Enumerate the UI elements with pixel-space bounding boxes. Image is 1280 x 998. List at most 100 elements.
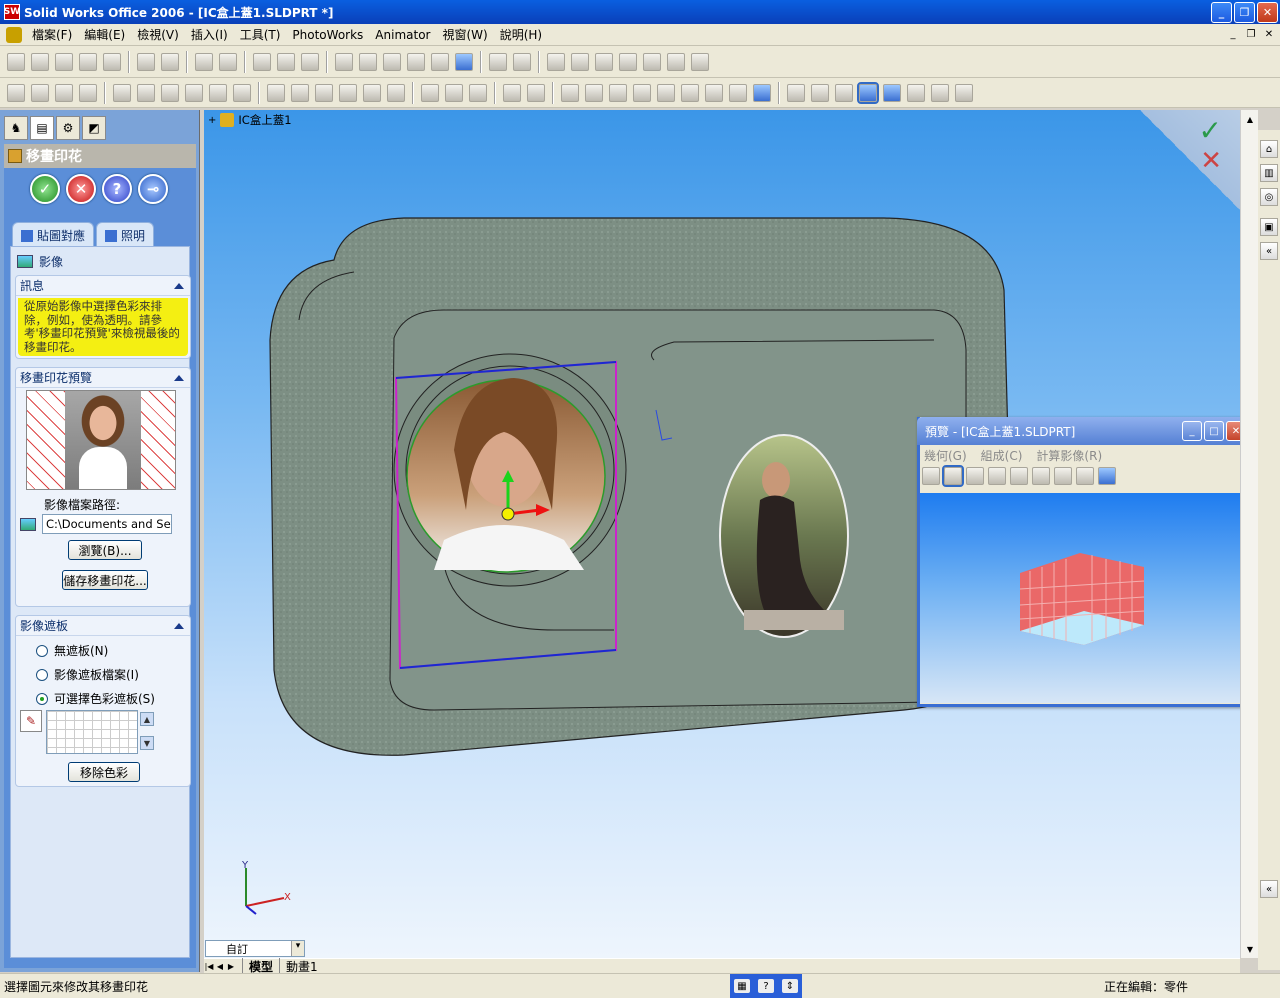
collapse-task-pane-icon[interactable]: « bbox=[1260, 242, 1278, 260]
texture-icon[interactable] bbox=[667, 52, 685, 71]
radio-button-selected[interactable] bbox=[36, 692, 48, 705]
tab-model[interactable]: 模型 bbox=[242, 957, 279, 975]
scroll-up-button[interactable]: ▲ bbox=[140, 712, 154, 726]
view-orientation-icon[interactable] bbox=[753, 83, 771, 102]
preview-viewport[interactable] bbox=[920, 493, 1247, 703]
shaded-with-edges-icon[interactable] bbox=[857, 81, 879, 104]
sketch-icon[interactable] bbox=[301, 52, 319, 71]
relation-icon[interactable] bbox=[407, 52, 425, 71]
zoom-fit-icon[interactable] bbox=[585, 83, 603, 102]
mask-file-option[interactable]: 影像遮板檔案(I) bbox=[36, 666, 139, 683]
select-light-icon[interactable] bbox=[1076, 467, 1094, 485]
radio-button[interactable] bbox=[36, 644, 48, 657]
open-icon[interactable] bbox=[31, 52, 49, 71]
loft-icon[interactable] bbox=[79, 83, 97, 102]
appearances-icon[interactable]: ▣ bbox=[1260, 218, 1278, 236]
grid-icon[interactable] bbox=[335, 52, 353, 71]
help-icon[interactable] bbox=[455, 52, 473, 71]
expand-task-pane-icon[interactable]: « bbox=[1260, 880, 1278, 898]
browse-button[interactable]: 瀏覽(B)... bbox=[68, 540, 142, 560]
dimxpert-icon[interactable] bbox=[561, 83, 579, 102]
cancel-button[interactable]: ✕ bbox=[66, 174, 96, 204]
ok-button[interactable]: ✓ bbox=[30, 174, 60, 204]
options-icon[interactable] bbox=[431, 52, 449, 71]
revolve-icon[interactable] bbox=[31, 83, 49, 102]
flex-icon[interactable] bbox=[315, 83, 333, 102]
preview-window-title[interactable]: 預覽 - [IC盒上蓋1.SLDPRT] _ □ ✕ bbox=[917, 417, 1250, 445]
shaded-icon[interactable] bbox=[883, 83, 901, 102]
scene-icon[interactable] bbox=[595, 52, 613, 71]
minimize-button[interactable]: _ bbox=[1211, 2, 1232, 23]
design-library-icon[interactable]: ▥ bbox=[1260, 164, 1278, 182]
cut-icon[interactable] bbox=[137, 52, 155, 71]
realview-icon[interactable] bbox=[955, 83, 973, 102]
message-header[interactable]: 訊息 bbox=[16, 276, 190, 296]
vertical-scrollbar[interactable]: ▲ ▼ bbox=[1240, 110, 1258, 958]
wrap-icon[interactable] bbox=[291, 83, 309, 102]
menu-animator[interactable]: Animator bbox=[369, 28, 436, 42]
rotate-icon[interactable] bbox=[681, 83, 699, 102]
collapse-icon[interactable] bbox=[174, 374, 184, 381]
photoworks-tab[interactable]: ◩ bbox=[82, 116, 106, 140]
save-icon[interactable] bbox=[55, 52, 73, 71]
rebuild-icon[interactable] bbox=[277, 52, 295, 71]
deform-icon[interactable] bbox=[339, 83, 357, 102]
menu-window[interactable]: 視窗(W) bbox=[436, 26, 493, 43]
photoworks-preview-icon[interactable] bbox=[513, 52, 531, 71]
mask-color-list[interactable] bbox=[46, 710, 138, 754]
color-mask-option[interactable]: 可選擇色彩遮板(S) bbox=[36, 690, 155, 707]
zoom-in-icon[interactable] bbox=[633, 83, 651, 102]
previous-view-icon[interactable] bbox=[729, 83, 747, 102]
table-icon[interactable] bbox=[359, 52, 377, 71]
menu-insert[interactable]: 插入(I) bbox=[185, 26, 234, 43]
linear-pattern-icon[interactable] bbox=[421, 83, 439, 102]
extrude-icon[interactable] bbox=[7, 83, 25, 102]
scroll-down-button[interactable]: ▼ bbox=[140, 736, 154, 750]
zoom-out-icon[interactable] bbox=[657, 83, 675, 102]
file-explorer-icon[interactable]: ◎ bbox=[1260, 188, 1278, 206]
undo-icon[interactable] bbox=[195, 52, 213, 71]
rib-icon[interactable] bbox=[185, 83, 203, 102]
shadows-icon[interactable] bbox=[907, 83, 925, 102]
dome-icon[interactable] bbox=[267, 83, 285, 102]
shell-icon[interactable] bbox=[161, 83, 179, 102]
hidden-lines-removed-icon[interactable] bbox=[835, 83, 853, 102]
pin-button[interactable]: ⊸ bbox=[138, 174, 168, 204]
collapse-icon[interactable] bbox=[174, 622, 184, 629]
curves-icon[interactable] bbox=[527, 83, 545, 102]
new-icon[interactable] bbox=[7, 52, 25, 71]
opengl-icon[interactable] bbox=[942, 465, 964, 487]
render-image-icon[interactable] bbox=[922, 467, 940, 485]
keyboard-icon[interactable]: ▦ bbox=[734, 979, 750, 993]
preview-menu-render[interactable]: 計算影像(R) bbox=[1036, 447, 1102, 464]
menu-view[interactable]: 檢視(V) bbox=[131, 26, 185, 43]
rotate-icon[interactable] bbox=[1054, 467, 1072, 485]
remove-color-button[interactable]: 移除色彩 bbox=[68, 762, 140, 782]
menu-tools[interactable]: 工具(T) bbox=[234, 26, 287, 43]
status-help-icon[interactable]: ? bbox=[758, 979, 774, 993]
doc-restore-button[interactable]: ❐ bbox=[1244, 27, 1258, 41]
zoom-in-icon[interactable] bbox=[988, 467, 1006, 485]
configuration-manager-tab[interactable]: ⚙ bbox=[56, 116, 80, 140]
image-mask-header[interactable]: 影像遮板 bbox=[16, 616, 190, 636]
scroll-down-arrow[interactable]: ▼ bbox=[1243, 942, 1257, 956]
close-button[interactable]: ✕ bbox=[1257, 2, 1278, 23]
preview-maximize-button[interactable]: □ bbox=[1204, 421, 1224, 441]
photoworks-render-icon[interactable] bbox=[489, 52, 507, 71]
collapse-icon[interactable] bbox=[174, 282, 184, 289]
first-tab-icon[interactable]: |◀ bbox=[204, 960, 214, 972]
help-button[interactable]: ? bbox=[102, 174, 132, 204]
preview-menu-components[interactable]: 組成(C) bbox=[981, 447, 1023, 464]
next-tab-icon[interactable]: ▶ bbox=[226, 960, 236, 972]
wireframe-icon[interactable] bbox=[787, 83, 805, 102]
split-icon[interactable] bbox=[387, 83, 405, 102]
save-decal-button[interactable]: 儲存移畫印花... bbox=[62, 570, 148, 590]
render-settings-icon[interactable] bbox=[691, 52, 709, 71]
preview-menu-geometry[interactable]: 幾何(G) bbox=[924, 447, 967, 464]
print-preview-icon[interactable] bbox=[103, 52, 121, 71]
sweep-icon[interactable] bbox=[55, 83, 73, 102]
menu-help[interactable]: 說明(H) bbox=[494, 26, 548, 43]
image-path-field[interactable]: C:\Documents and Settings bbox=[42, 514, 172, 534]
configuration-dropdown[interactable]: 自訂 bbox=[205, 940, 305, 957]
redo-icon[interactable] bbox=[219, 52, 237, 71]
